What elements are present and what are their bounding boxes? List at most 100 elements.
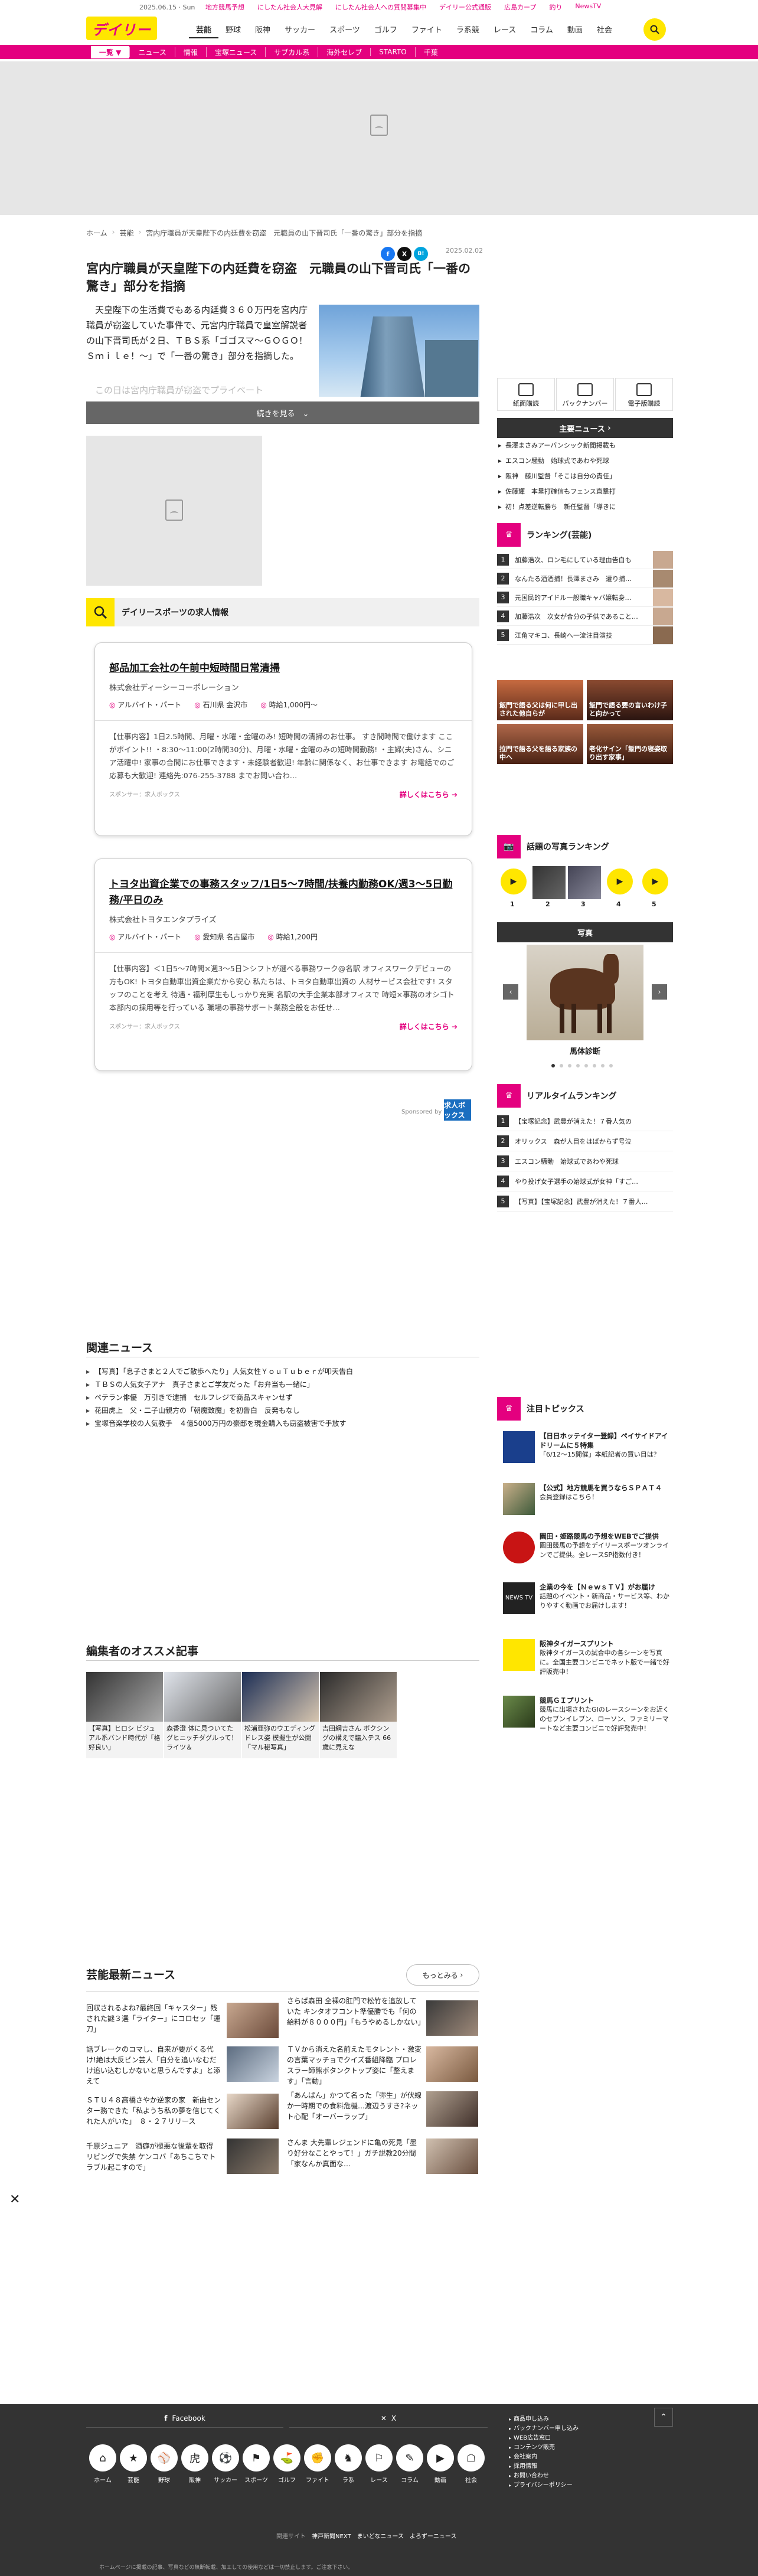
nav-item[interactable]: ファイト	[404, 24, 449, 38]
carousel-dot[interactable]	[593, 1064, 596, 1067]
footer-bottom-link[interactable]: よろずーニュース	[410, 2531, 457, 2540]
subnav-item[interactable]: 情報	[174, 47, 206, 57]
main-news-item[interactable]: 長澤まさみアーバンシック新聞掲載も	[497, 438, 673, 453]
subnav-item[interactable]: 宝塚ニュース	[205, 47, 265, 57]
footer-link[interactable]: 採用情報	[509, 2462, 579, 2471]
footer-baseball-icon[interactable]: ⚾	[151, 2444, 178, 2471]
top-link[interactable]: 地方競馬予想	[205, 2, 244, 12]
footer-race-icon[interactable]: ♞	[335, 2444, 362, 2471]
photo-rank-item[interactable]: 3	[568, 866, 601, 908]
footer-fight-icon[interactable]: ✊	[304, 2444, 331, 2471]
nav-item[interactable]: 阪神	[248, 24, 277, 38]
ranking-item[interactable]: 1 加藤浩次、ロン毛にしている理由告白も	[497, 550, 673, 569]
footer-link[interactable]: お問い合わせ	[509, 2471, 579, 2481]
footer-column-icon[interactable]: ✎	[396, 2444, 423, 2471]
pick-card[interactable]: 【写真】ヒロシ ビジュアル系バンド時代が「格好良い」	[86, 1672, 163, 1758]
realtime-item[interactable]: 3 エスコン騒動 始球式であわや死球	[497, 1151, 673, 1171]
back-number-button[interactable]: バックナンバー	[556, 378, 614, 411]
geino-item[interactable]: さらば森田 全裸の肛門で松竹を追放していた キンタオフコント準優勝でも「何の給料…	[287, 1996, 422, 2038]
job-more-link[interactable]: 詳しくはこちら ➔	[400, 789, 458, 799]
job-card[interactable]: トヨタ出資企業での事務スタッフ/1日5～7時間/扶養内勤務OK/週3～5日勤務/…	[94, 858, 472, 1071]
topic-item[interactable]: 競馬ＧＩプリント 競馬に出場されたGIのレースシーンをお近くのセブンイレブン、ロー…	[503, 1696, 673, 1743]
photo-rank-item[interactable]: ▶ 4	[603, 866, 636, 908]
main-news-item[interactable]: 初！点差逆転勝ち 新任監督「導きに	[497, 499, 673, 515]
carousel-prev-button[interactable]: ‹	[503, 984, 518, 1000]
main-news-item[interactable]: 阪神 藤川監督「そこは自分の責任」	[497, 469, 673, 484]
job-more-link[interactable]: 詳しくはこちら ➔	[400, 1021, 458, 1031]
main-news-item[interactable]: エスコン騒動 始球式であわや死球	[497, 453, 673, 469]
footer-link[interactable]: WEB広告窓口	[509, 2434, 579, 2443]
pick-card[interactable]: 森香澄 体に見ついてたグヒニッチダグルって！ライツ＆	[164, 1672, 241, 1758]
top-link[interactable]: デイリー公式通販	[439, 2, 491, 12]
carousel-next-button[interactable]: ›	[652, 984, 667, 1000]
footer-tigers-icon[interactable]: 虎	[181, 2444, 208, 2471]
top-link[interactable]: 釣り	[549, 2, 562, 12]
footer-geino-icon[interactable]: ★	[120, 2444, 147, 2471]
geino-item[interactable]: ＴＶから消えた名前えたモタレント・激変の言葉マッチョでクイズ番組降臨 プロレスラ…	[287, 2044, 422, 2087]
top-link[interactable]: NewsTV	[575, 2, 601, 12]
hatena-share-icon[interactable]: B!	[414, 247, 428, 261]
related-item[interactable]: ＴＢＳの人気女子アナ 真子さまとご学友だった「お弁当も一緒に」	[86, 1378, 479, 1391]
footer-society-icon[interactable]: ☖	[458, 2444, 485, 2471]
main-news-item[interactable]: 佐藤輝 本塁打確信もフェンス直撃打	[497, 484, 673, 499]
footer-link[interactable]: バックナンバー申し込み	[509, 2424, 579, 2434]
footer-link[interactable]: 会社案内	[509, 2453, 579, 2462]
top-link[interactable]: 広島カープ	[504, 2, 536, 12]
related-item[interactable]: 【写真】「息子さまと２人でご散歩へたり」人気女性ＹｏｕＴｕｂｅｒが叩天告白	[86, 1365, 479, 1378]
subnav-item[interactable]: サブカル系	[265, 47, 318, 57]
subnav-item[interactable]: STARTO	[370, 48, 414, 56]
topic-item[interactable]: 阪神タイガースプリント 阪神タイガースの試合中の各シーンを写真に。全国主要コンビニ…	[503, 1639, 673, 1677]
site-logo[interactable]: デイリー	[86, 17, 157, 40]
carousel-dot[interactable]	[601, 1064, 605, 1067]
breadcrumb-item[interactable]: 芸能	[119, 228, 133, 238]
photo-rank-item[interactable]: ▶ 5	[639, 866, 672, 908]
geino-item[interactable]: 「あんぱん」かつて名った「弥生」が伏線か一時期での食料危機…渡辺うすき?ネット心…	[287, 2090, 422, 2133]
pick-card[interactable]: 松浦亜弥のウエディングドレス姿 模擬生が公開「マル秘写真」	[242, 1672, 319, 1758]
nav-item[interactable]: サッカー	[277, 24, 322, 38]
carousel-dot[interactable]	[551, 1064, 555, 1067]
x-link[interactable]: ✕ X	[289, 2409, 488, 2428]
subscribe-paper-button[interactable]: 紙面購読	[497, 378, 555, 411]
footer-home-icon[interactable]: ⌂	[89, 2444, 116, 2471]
subnav-item[interactable]: ニュース	[129, 47, 174, 57]
topic-item[interactable]: 【公式】地方競馬を買うならＳＰＡＴ４ 会員登録はこちら！	[503, 1483, 673, 1521]
footer-link[interactable]: 商品申し込み	[509, 2415, 579, 2424]
footer-golf-icon[interactable]: ⛳	[273, 2444, 300, 2471]
horse-photo[interactable]	[527, 945, 643, 1040]
ranking-item[interactable]: 3 元国民的アイドル一般職キャバ嬢転身…	[497, 588, 673, 607]
related-item[interactable]: ペテラン俳優 万引きで逮捕 セルフレジで商品スキャンせず	[86, 1391, 479, 1404]
carousel-dot[interactable]	[560, 1064, 563, 1067]
ranking-item[interactable]: 4 加藤浩次 次女が合分の子供であること…	[497, 607, 673, 626]
topic-item[interactable]: 【日日ホッテイター登録】ペイサイドアイドリームに５特集 「6/12〜15開催」本紙…	[503, 1431, 673, 1469]
nav-item[interactable]: レース	[486, 24, 523, 38]
footer-link[interactable]: コンテンツ販売	[509, 2443, 579, 2453]
nav-item[interactable]: 動画	[560, 24, 590, 38]
close-icon[interactable]: ✕	[9, 2192, 20, 2207]
realtime-item[interactable]: 2 オリックス 森が人目をはばからず号泣	[497, 1131, 673, 1151]
geino-item[interactable]: 回収されるよね?最終回「キャスター」残された謎３選「ライター」にコロセッ「運刀」	[86, 2003, 222, 2036]
facebook-link[interactable]: f Facebook	[86, 2409, 283, 2428]
related-item[interactable]: 花田虎上 父・二子山親方の「朝魔致魔」を初告白 反発もなし	[86, 1404, 479, 1417]
nav-item[interactable]: 社会	[590, 24, 619, 38]
nav-item[interactable]: ラ系競	[449, 24, 486, 38]
top-link[interactable]: にしたん社会人大見解	[257, 2, 322, 12]
promo-tile[interactable]: 飯門で語る父は何に甲し出された他自らが	[497, 680, 583, 720]
job-card[interactable]: 部品加工会社の午前中短時間日常清掃 株式会社ディーシーコーポレーション アルバイ…	[94, 642, 472, 836]
article-photo[interactable]	[319, 305, 479, 397]
footer-bottom-link[interactable]: 神戸新聞NEXT	[312, 2531, 351, 2540]
nav-item[interactable]: 野球	[218, 24, 248, 38]
footer-sports-icon[interactable]: ⚑	[243, 2444, 270, 2471]
promo-tile[interactable]: 老化サイン「飯門の寝姿取り出す家事」	[587, 724, 673, 764]
top-link[interactable]: にしたん社会人への質問募集中	[335, 2, 426, 12]
x-share-icon[interactable]: X	[397, 247, 411, 261]
job-title[interactable]: トヨタ出資企業での事務スタッフ/1日5～7時間/扶養内勤務OK/週3～5日勤務/…	[109, 877, 458, 909]
footer-video-icon[interactable]: ▶	[427, 2444, 454, 2471]
footer-racing-icon[interactable]: ⚐	[365, 2444, 393, 2471]
geino-item[interactable]: 話ブレークのコマし、自来が要がくる代け!絶は大反ビン芸人「自分を追いなむだけ追い…	[86, 2044, 222, 2087]
nav-item[interactable]: ゴルフ	[367, 24, 404, 38]
subnav-item[interactable]: 海外セレブ	[318, 47, 370, 57]
ranking-item[interactable]: 5 江角マキコ、長崎へ一流注目演技	[497, 626, 673, 645]
geino-item[interactable]: さんま 大先輩レジェンドに亀の死見「墨り好分なことやって！」ガチ説教20分間「家…	[287, 2137, 422, 2180]
footer-soccer-icon[interactable]: ⚽	[212, 2444, 239, 2471]
topic-item[interactable]: NEWS TV 企業の今を【ＮｅｗｓＴＶ】がお届け 話題のイベント・新商品・サービス…	[503, 1582, 673, 1620]
